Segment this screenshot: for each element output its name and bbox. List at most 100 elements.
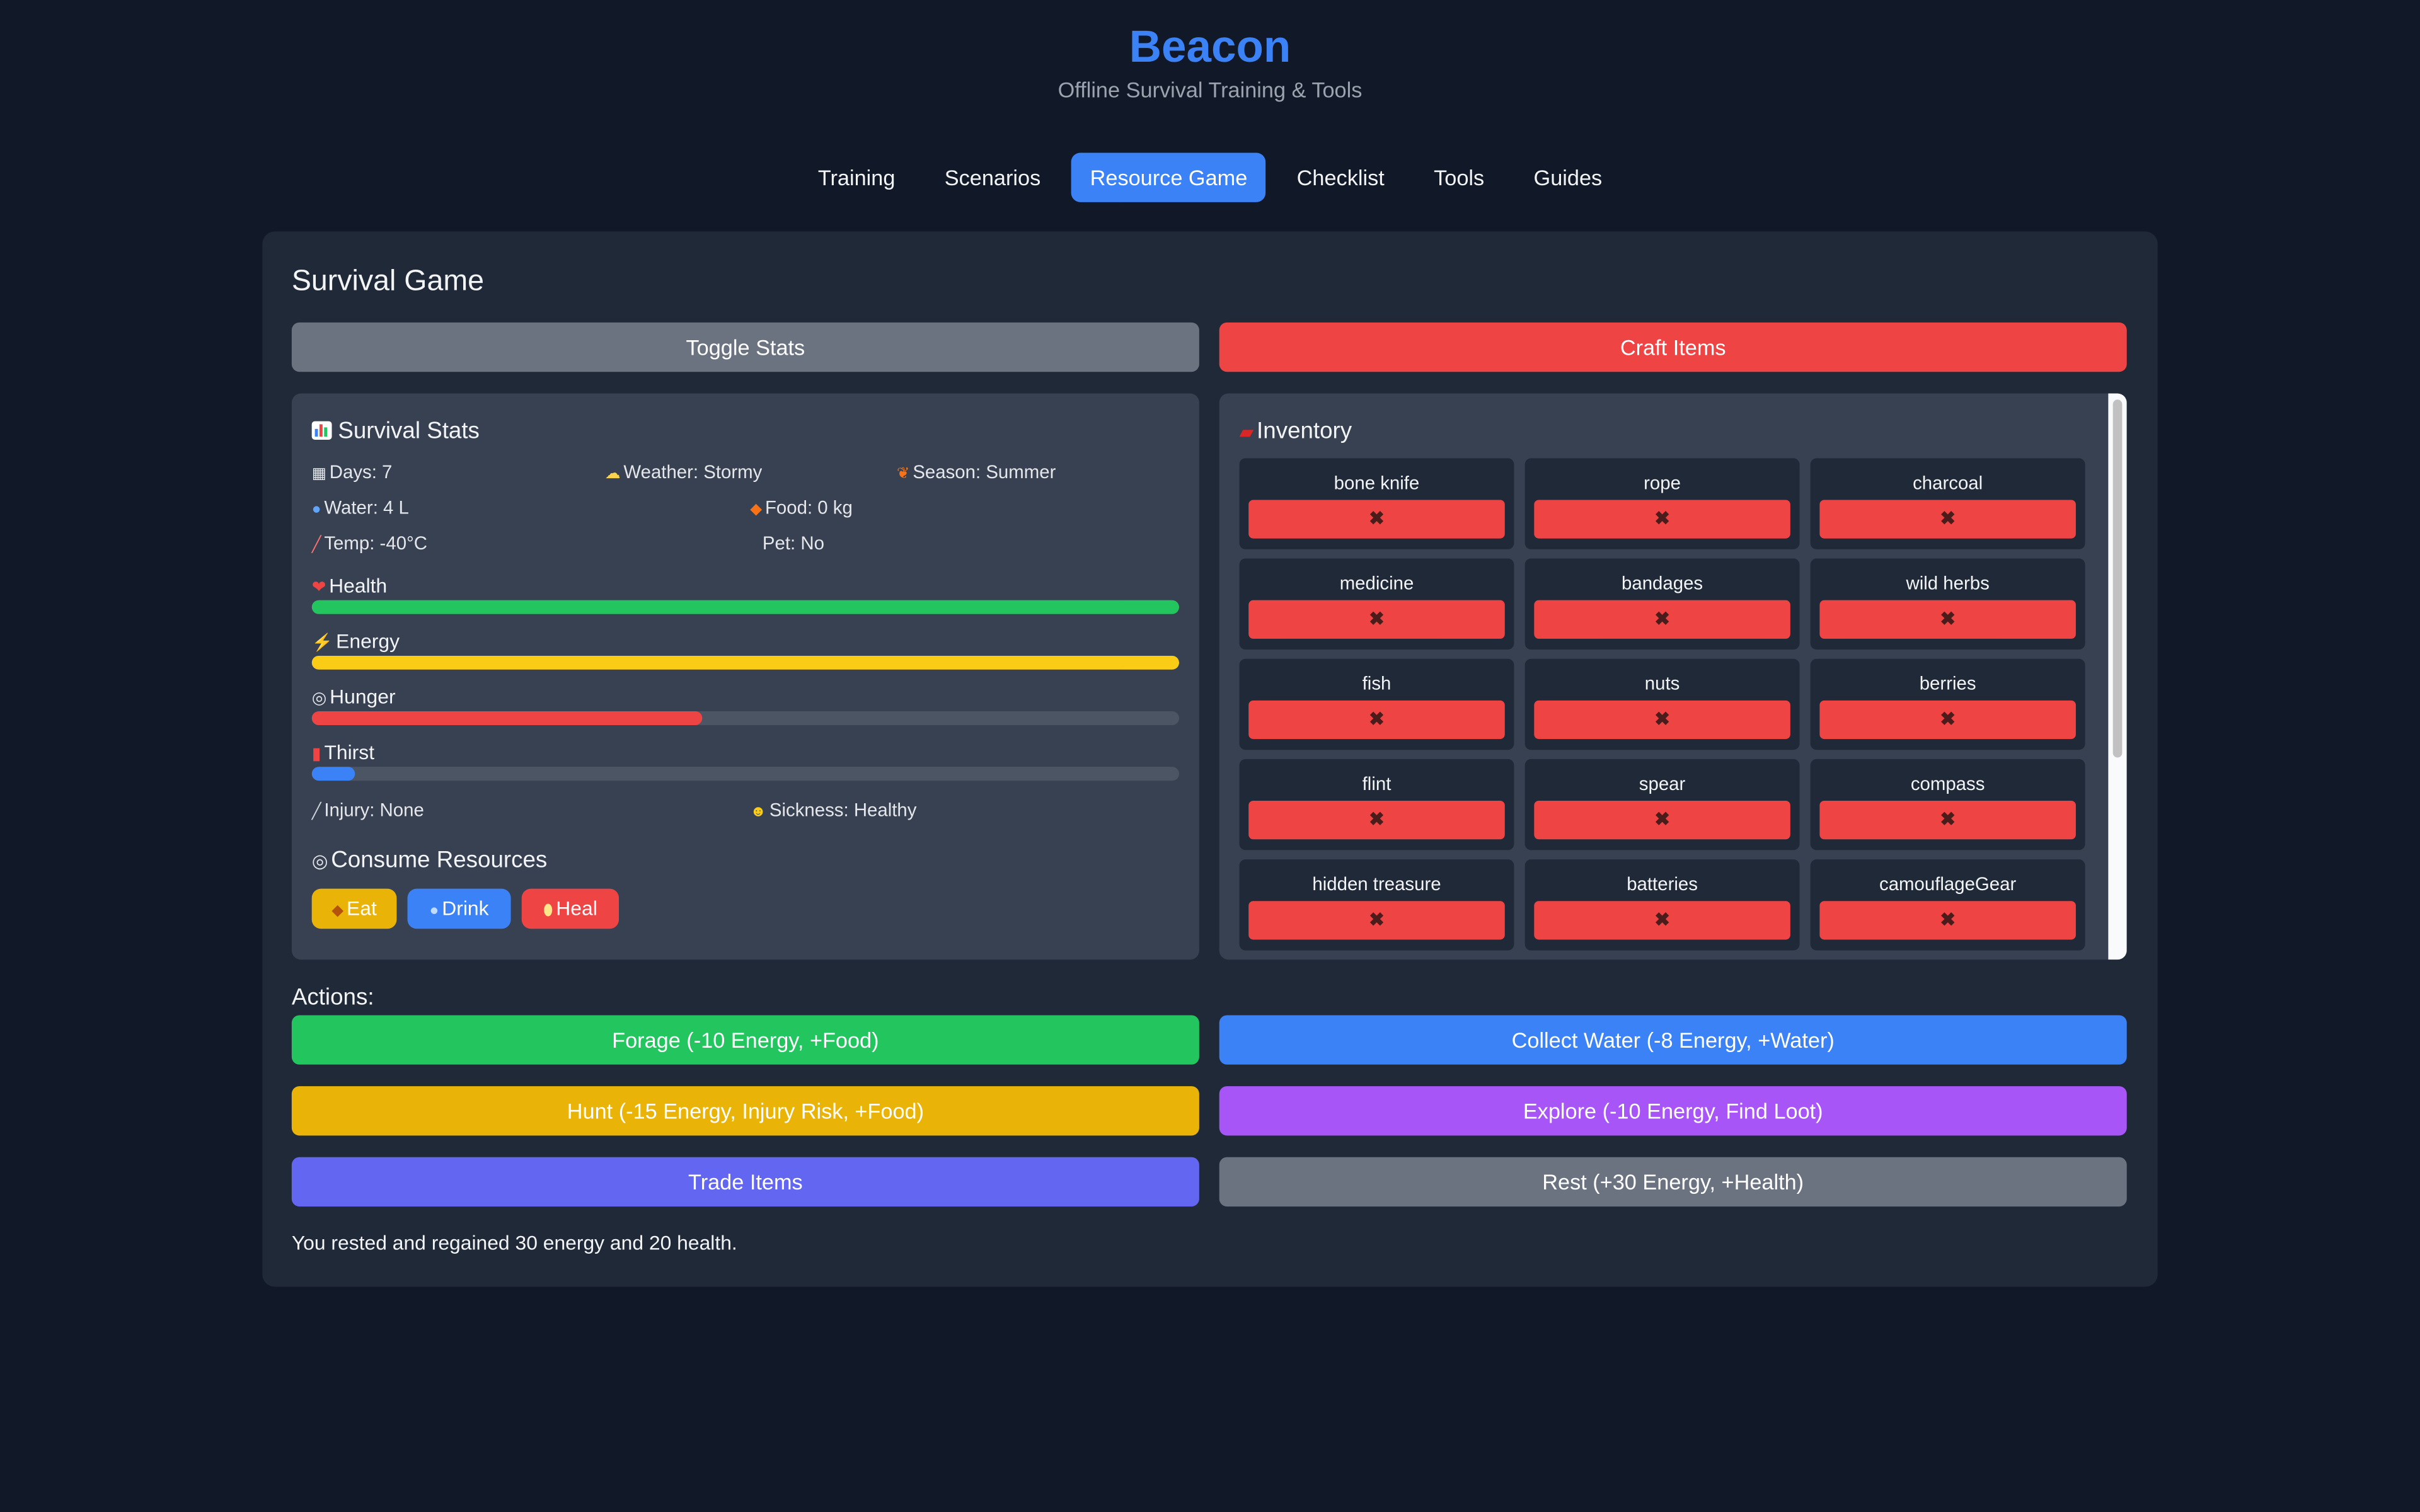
inventory-title-text: Inventory [1257, 418, 1352, 445]
thermometer-icon: ╱ [311, 537, 321, 554]
eat-button[interactable]: ◆ Eat [311, 888, 397, 929]
drink-button-label: Drink [442, 896, 489, 920]
tab-tools[interactable]: Tools [1415, 152, 1503, 202]
remove-item-button[interactable]: ✖ [1819, 901, 2076, 940]
remove-item-button[interactable]: ✖ [1534, 600, 1790, 639]
meat-icon: ◆ [331, 902, 344, 920]
energy-label: ⚡ Energy [312, 629, 400, 653]
thirst-bar [311, 767, 1180, 781]
inventory-item-name: fish [1362, 672, 1392, 695]
plate-icon: ◎ [311, 689, 327, 709]
inventory-item-name: hidden treasure [1312, 873, 1441, 895]
lightning-icon: ⚡ [311, 634, 333, 653]
stat-food: ◆ Food: 0 kg [750, 497, 853, 518]
inventory-scroll-thumb[interactable] [2112, 399, 2123, 758]
inventory-scrollbar[interactable] [2108, 393, 2127, 960]
inventory-title: ▰ Inventory [1240, 418, 1352, 445]
remove-item-button[interactable]: ✖ [1819, 600, 2076, 639]
inventory-item: spear ✖ [1524, 759, 1800, 850]
stat-temp-value: Temp: -40°C [324, 532, 428, 554]
inventory-item: compass ✖ [1810, 759, 2085, 850]
plate-icon: ◎ [311, 850, 328, 872]
heal-button[interactable]: ⬮ Heal [521, 888, 619, 929]
remove-item-button[interactable]: ✖ [1819, 500, 2076, 539]
remove-item-button[interactable]: ✖ [1248, 901, 1505, 940]
health-label-text: Health [329, 574, 388, 597]
survival-game-card: Survival Game Toggle Stats Craft Items S… [262, 231, 2158, 1287]
tab-resource-game[interactable]: Resource Game [1071, 152, 1266, 202]
thirst-bar-fill [311, 767, 355, 781]
app-title: Beacon [1129, 23, 1291, 73]
tab-training[interactable]: Training [799, 152, 913, 202]
meat-icon: ◆ [750, 501, 763, 518]
cup-icon: ▮ [311, 745, 321, 764]
stat-water-value: Water: 4 L [324, 496, 409, 518]
inventory-item: medicine ✖ [1239, 558, 1514, 650]
stat-sickness: ☻ Sickness: Healthy [750, 799, 916, 821]
inventory-item-name: medicine [1339, 572, 1414, 594]
heart-icon: ❤ [311, 578, 326, 597]
inventory-item-name: wild herbs [1906, 572, 1990, 594]
energy-label-text: Energy [336, 629, 400, 653]
inventory-item-name: flint [1362, 772, 1392, 795]
remove-item-button[interactable]: ✖ [1248, 801, 1505, 840]
remove-item-button[interactable]: ✖ [1534, 700, 1790, 740]
remove-item-button[interactable]: ✖ [1534, 500, 1790, 539]
stat-food-value: Food: 0 kg [764, 496, 853, 518]
remove-item-button[interactable]: ✖ [1248, 500, 1505, 539]
thirst-label-text: Thirst [324, 740, 375, 764]
remove-item-button[interactable]: ✖ [1248, 600, 1505, 639]
stat-weather-value: Weather: Stormy [623, 461, 763, 483]
stat-season-value: Season: Summer [913, 461, 1056, 483]
drink-button[interactable]: ● Drink [407, 888, 511, 929]
inventory-item-name: spear [1639, 772, 1686, 795]
craft-items-button[interactable]: Craft Items [1219, 322, 2127, 372]
explore-button[interactable]: Explore (-10 Energy, Find Loot) [1219, 1086, 2127, 1136]
tab-checklist[interactable]: Checklist [1278, 152, 1403, 202]
inventory-item: fish ✖ [1239, 658, 1514, 750]
calendar-icon: ▦ [311, 466, 326, 483]
inventory-item-name: bone knife [1334, 472, 1420, 494]
stat-days: ▦ Days: 7 [312, 461, 393, 483]
hunger-label-text: Hunger [330, 685, 396, 709]
inventory-item: bone knife ✖ [1239, 458, 1514, 549]
eat-button-label: Eat [347, 896, 377, 920]
consume-title: ◎ Consume Resources [312, 847, 548, 874]
remove-item-button[interactable]: ✖ [1819, 700, 2076, 740]
consume-title-text: Consume Resources [331, 847, 548, 874]
energy-bar-fill [311, 655, 1180, 670]
stat-sickness-value: Sickness: Healthy [769, 799, 917, 821]
droplet-icon: ● [429, 902, 439, 920]
inventory-item-name: nuts [1644, 672, 1680, 695]
inventory-item-name: bandages [1622, 572, 1703, 594]
tab-scenarios[interactable]: Scenarios [926, 152, 1059, 202]
tab-guides[interactable]: Guides [1515, 152, 1620, 202]
collect-water-button[interactable]: Collect Water (-8 Energy, +Water) [1219, 1015, 2127, 1065]
droplet-icon: ● [311, 501, 321, 518]
rest-button[interactable]: Rest (+30 Energy, +Health) [1219, 1157, 2127, 1207]
stat-injury: ╱ Injury: None [312, 799, 424, 821]
trade-items-button[interactable]: Trade Items [291, 1157, 1199, 1207]
stat-water: ● Water: 4 L [312, 497, 409, 518]
forage-button[interactable]: Forage (-10 Energy, +Food) [291, 1015, 1199, 1065]
health-label: ❤ Health [312, 574, 388, 597]
thirst-label: ▮ Thirst [312, 741, 374, 764]
hunt-button[interactable]: Hunt (-15 Energy, Injury Risk, +Food) [291, 1086, 1199, 1136]
toggle-stats-button[interactable]: Toggle Stats [291, 322, 1199, 372]
inventory-item-name: charcoal [1913, 472, 1983, 494]
remove-item-button[interactable]: ✖ [1534, 901, 1790, 940]
inventory-item: hidden treasure ✖ [1239, 859, 1514, 951]
inventory-item-name: batteries [1627, 873, 1698, 895]
stat-pet-value: Pet: No [762, 532, 824, 554]
remove-item-button[interactable]: ✖ [1534, 801, 1790, 840]
inventory-panel: ▰ Inventory bone knife ✖ rope ✖ charcoal ✖ medi… [1219, 393, 2127, 960]
inventory-item: bandages ✖ [1524, 558, 1800, 650]
energy-bar [311, 655, 1180, 670]
stat-season: ❦ Season: Summer [897, 461, 1056, 483]
remove-item-button[interactable]: ✖ [1248, 700, 1505, 740]
stat-weather: ☁ Weather: Stormy [605, 461, 762, 483]
remove-item-button[interactable]: ✖ [1819, 801, 2076, 840]
bandage-icon: ╱ [311, 803, 321, 821]
inventory-item: wild herbs ✖ [1810, 558, 2085, 650]
stat-days-value: Days: 7 [329, 461, 393, 483]
